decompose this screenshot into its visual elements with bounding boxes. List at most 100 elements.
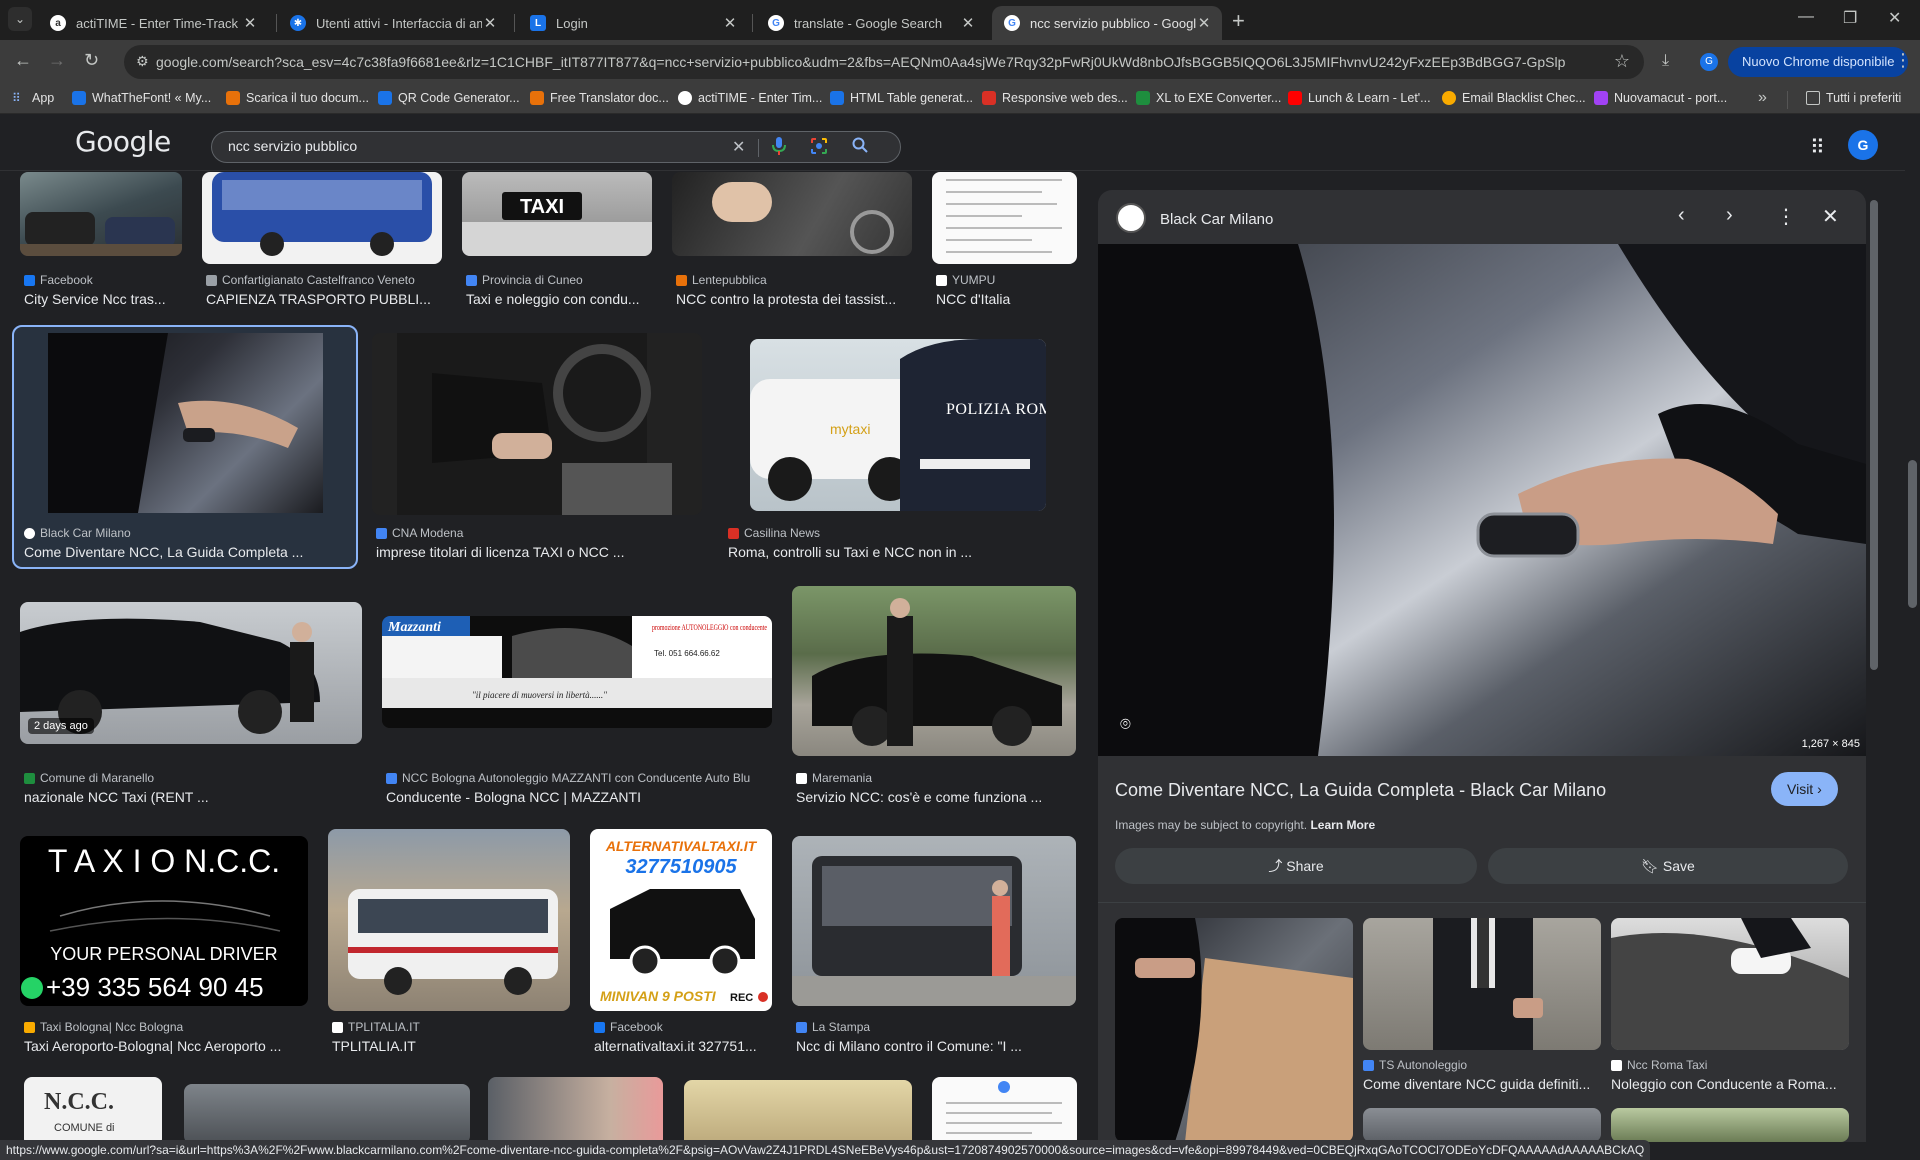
result-source[interactable]: Taxi Bologna| Ncc Bologna (24, 1020, 314, 1034)
bookmark-item[interactable]: Email Blacklist Chec... (1442, 91, 1586, 105)
close-panel-icon[interactable]: ✕ (1822, 204, 1839, 229)
search-input[interactable] (228, 138, 728, 154)
bookmark-item[interactable]: Responsive web des... (982, 91, 1128, 105)
previous-image-icon[interactable]: ‹ (1678, 204, 1685, 227)
back-icon[interactable]: ← (14, 50, 32, 71)
clear-search-icon[interactable]: ✕ (732, 137, 745, 157)
result-caption[interactable]: Conducente - Bologna NCC | MAZZANTI (386, 789, 776, 805)
result-image[interactable]: mytaxi POLIZIA ROMA CAPITALE (750, 339, 1046, 511)
page-scrollbar-track[interactable] (1905, 115, 1920, 1142)
more-bookmarks-icon[interactable]: » (1758, 89, 1767, 107)
bookmark-item[interactable]: Free Translator doc... (530, 91, 669, 105)
result-caption[interactable]: Taxi Aeroporto-Bologna| Ncc Aeroporto ..… (24, 1038, 314, 1054)
result-source[interactable]: La Stampa (796, 1020, 1086, 1034)
search-icon[interactable] (852, 137, 868, 158)
next-image-icon[interactable]: › (1726, 204, 1733, 227)
bookmark-item[interactable]: XL to EXE Converter... (1136, 91, 1281, 105)
save-button[interactable]: 🔖︎ Save (1488, 848, 1848, 884)
related-source[interactable]: TS Autonoleggio (1363, 1058, 1467, 1072)
result-source[interactable]: Comune di Maranello (24, 771, 364, 785)
result-caption[interactable]: alternativaltaxi.it 327751... (594, 1038, 776, 1054)
chrome-menu-icon[interactable]: ⋮ (1894, 50, 1912, 71)
result-image[interactable] (488, 1077, 663, 1142)
learn-more-link[interactable]: Learn More (1310, 818, 1375, 832)
result-caption[interactable]: TPLITALIA.IT (332, 1038, 572, 1054)
result-source[interactable]: Casilina News (728, 526, 1068, 540)
related-image[interactable] (1115, 918, 1353, 1142)
bookmark-item[interactable]: Nuovamacut - port... (1594, 91, 1727, 105)
result-source[interactable]: NCC Bologna Autonoleggio MAZZANTI con Co… (386, 771, 776, 785)
result-source[interactable]: Provincia di Cuneo (466, 273, 656, 287)
result-image[interactable] (48, 333, 323, 513)
account-avatar[interactable]: G (1848, 130, 1878, 160)
all-bookmarks[interactable]: Tutti i preferiti (1806, 91, 1901, 105)
google-apps-icon[interactable]: ⠿ (1810, 135, 1825, 160)
related-image[interactable] (1363, 918, 1601, 1050)
tab-translate[interactable]: G translate - Google Search ✕ (756, 6, 986, 40)
profile-icon[interactable]: G (1700, 53, 1718, 71)
site-info-icon[interactable]: ⚙ (136, 53, 149, 70)
related-caption[interactable]: Noleggio con Conducente a Roma... (1611, 1076, 1849, 1092)
result-source[interactable]: CNA Modena (376, 526, 706, 540)
related-image[interactable] (1363, 1108, 1601, 1142)
related-source[interactable]: Ncc Roma Taxi (1611, 1058, 1707, 1072)
result-caption[interactable]: nazionale NCC Taxi (RENT ... (24, 789, 364, 805)
result-image[interactable] (184, 1084, 470, 1142)
result-image[interactable] (20, 172, 182, 256)
minimize-icon[interactable]: — (1798, 8, 1814, 26)
tab-ncc-search[interactable]: G ncc servizio pubblico - Google S ✕ (992, 6, 1222, 40)
result-image[interactable] (932, 172, 1077, 264)
forward-icon[interactable]: → (48, 50, 66, 71)
result-caption[interactable]: Ncc di Milano contro il Comune: "I ... (796, 1038, 1086, 1054)
tab-utenti-attivi[interactable]: ✱ Utenti attivi - Interfaccia di amm ✕ (278, 6, 508, 40)
result-image[interactable] (328, 829, 570, 1011)
result-source[interactable]: Facebook (24, 273, 184, 287)
bookmark-item[interactable]: Scarica il tuo docum... (226, 91, 369, 105)
visit-button[interactable]: Visit › (1771, 772, 1838, 806)
bookmark-item[interactable]: HTML Table generat... (830, 91, 973, 105)
microphone-icon[interactable] (772, 137, 786, 160)
reload-icon[interactable]: ↻ (84, 50, 99, 71)
google-lens-icon[interactable]: ⌾ (1120, 714, 1144, 738)
result-image[interactable]: 2 days ago (20, 602, 362, 744)
google-logo[interactable]: Google (75, 125, 171, 158)
bookmark-item[interactable]: QR Code Generator... (378, 91, 520, 105)
close-tab-icon[interactable]: ✕ (722, 14, 738, 32)
result-image[interactable]: TAXI (462, 172, 652, 256)
preview-title[interactable]: Come Diventare NCC, La Guida Completa - … (1115, 780, 1606, 801)
result-caption[interactable]: Come Diventare NCC, La Guida Completa ..… (24, 544, 354, 560)
url-text[interactable]: google.com/search?sca_esv=4c7c38fa9f6681… (156, 54, 1566, 70)
result-source[interactable]: YUMPU (936, 273, 1081, 287)
close-tab-icon[interactable]: ✕ (242, 14, 258, 32)
share-button[interactable]: ⤴ Share (1115, 848, 1477, 884)
result-source[interactable]: Maremania (796, 771, 1086, 785)
result-image[interactable]: T A X I O N.C.C. YOUR PERSONAL DRIVER +3… (20, 836, 308, 1006)
bookmark-star-icon[interactable]: ☆ (1614, 51, 1630, 72)
result-image[interactable] (792, 836, 1076, 1006)
bookmark-apps[interactable]: ⠿ App (12, 91, 54, 105)
bookmark-item[interactable]: Lunch & Learn - Let'... (1288, 91, 1431, 105)
result-caption[interactable]: Taxi e noleggio con condu... (466, 291, 656, 307)
result-image[interactable] (202, 172, 442, 264)
result-caption[interactable]: City Service Ncc tras... (24, 291, 184, 307)
result-image[interactable] (684, 1080, 912, 1142)
result-image[interactable] (372, 333, 702, 515)
more-options-icon[interactable]: ⋮ (1776, 204, 1796, 229)
result-image[interactable]: Mazzanti promozione AUTONOLEGGIO con con… (382, 616, 772, 728)
result-image[interactable] (932, 1077, 1077, 1142)
download-icon[interactable]: ⤓ (1662, 52, 1669, 70)
result-source[interactable]: TPLITALIA.IT (332, 1020, 572, 1034)
tab-search-button[interactable]: ⌄ (8, 7, 32, 31)
result-source[interactable]: Facebook (594, 1020, 776, 1034)
related-caption[interactable]: Come diventare NCC guida definiti... (1363, 1076, 1601, 1092)
result-image[interactable]: N.C.C. COMUNE di (24, 1077, 162, 1142)
close-tab-icon[interactable]: ✕ (1196, 14, 1212, 32)
result-caption[interactable]: NCC d'Italia (936, 291, 1081, 307)
result-caption[interactable]: NCC contro la protesta dei tassist... (676, 291, 916, 307)
preview-image[interactable]: ⌾ 1,267 × 845 (1098, 244, 1866, 756)
result-caption[interactable]: Servizio NCC: cos'è e come funziona ... (796, 789, 1086, 805)
tab-actitime[interactable]: a actiTIME - Enter Time-Track ✕ (38, 6, 268, 40)
google-lens-icon[interactable] (810, 137, 828, 160)
bookmark-item[interactable]: actiTIME - Enter Tim... (678, 91, 822, 105)
search-box[interactable]: ✕ (211, 131, 901, 163)
